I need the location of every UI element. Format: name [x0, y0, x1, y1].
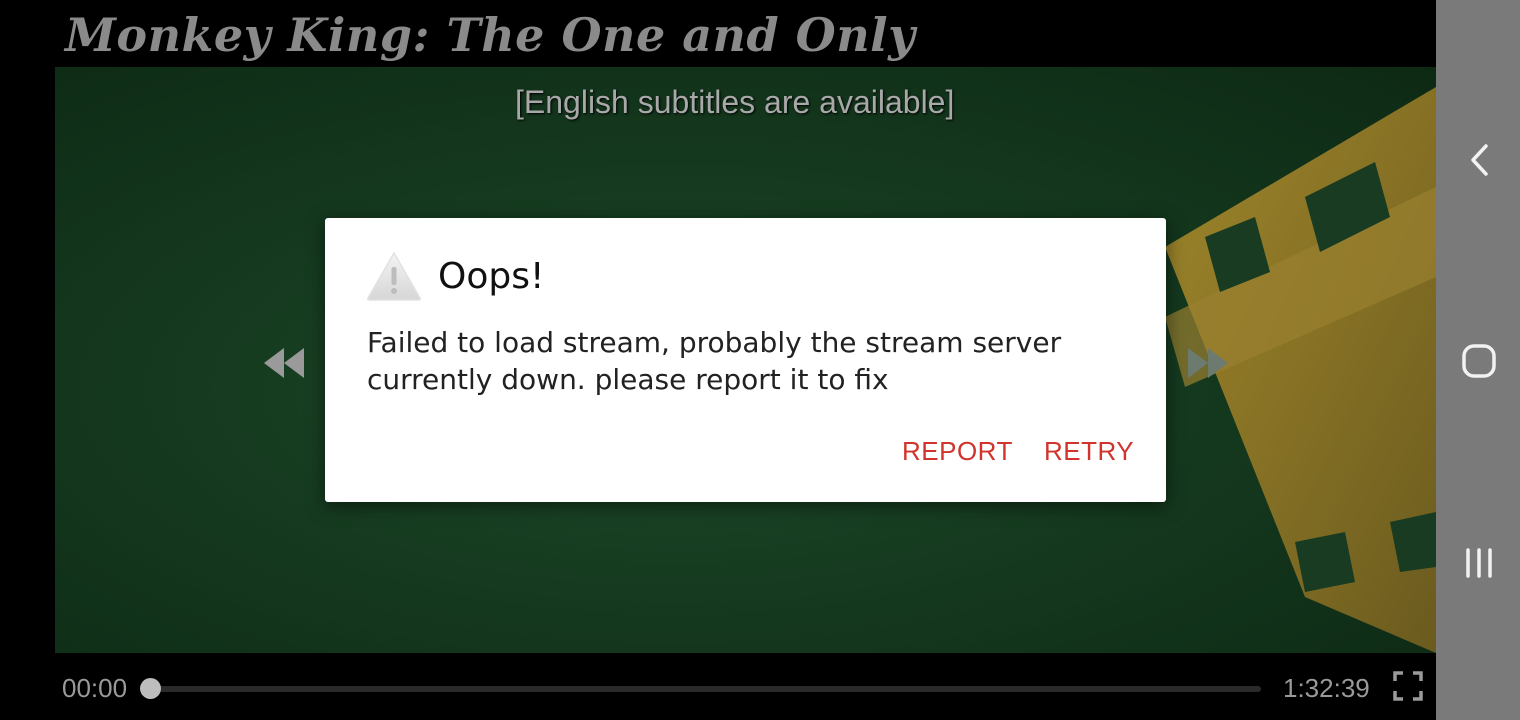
fullscreen-icon[interactable]	[1393, 671, 1423, 701]
report-button[interactable]: REPORT	[902, 436, 1013, 467]
retry-button[interactable]: RETRY	[1044, 436, 1134, 467]
rewind-icon[interactable]	[262, 346, 306, 380]
movie-title: Monkey King: The One and Only	[65, 8, 916, 62]
subtitles-available-notice: [English subtitles are available]	[515, 84, 955, 120]
current-time: 00:00	[62, 673, 128, 703]
total-duration: 1:32:39	[1283, 673, 1370, 703]
seek-thumb[interactable]	[140, 678, 161, 699]
home-icon[interactable]	[1456, 338, 1502, 384]
fast-forward-icon[interactable]	[1186, 346, 1230, 380]
dialog-title: Oops!	[438, 256, 545, 297]
warning-icon	[367, 251, 421, 301]
seek-bar[interactable]	[150, 686, 1261, 692]
recents-icon[interactable]	[1456, 540, 1502, 586]
screen: Monkey King: The One and Only [English s…	[0, 0, 1520, 720]
back-icon[interactable]	[1456, 137, 1502, 183]
dialog-message: Failed to load stream, probably the stre…	[367, 326, 1062, 396]
